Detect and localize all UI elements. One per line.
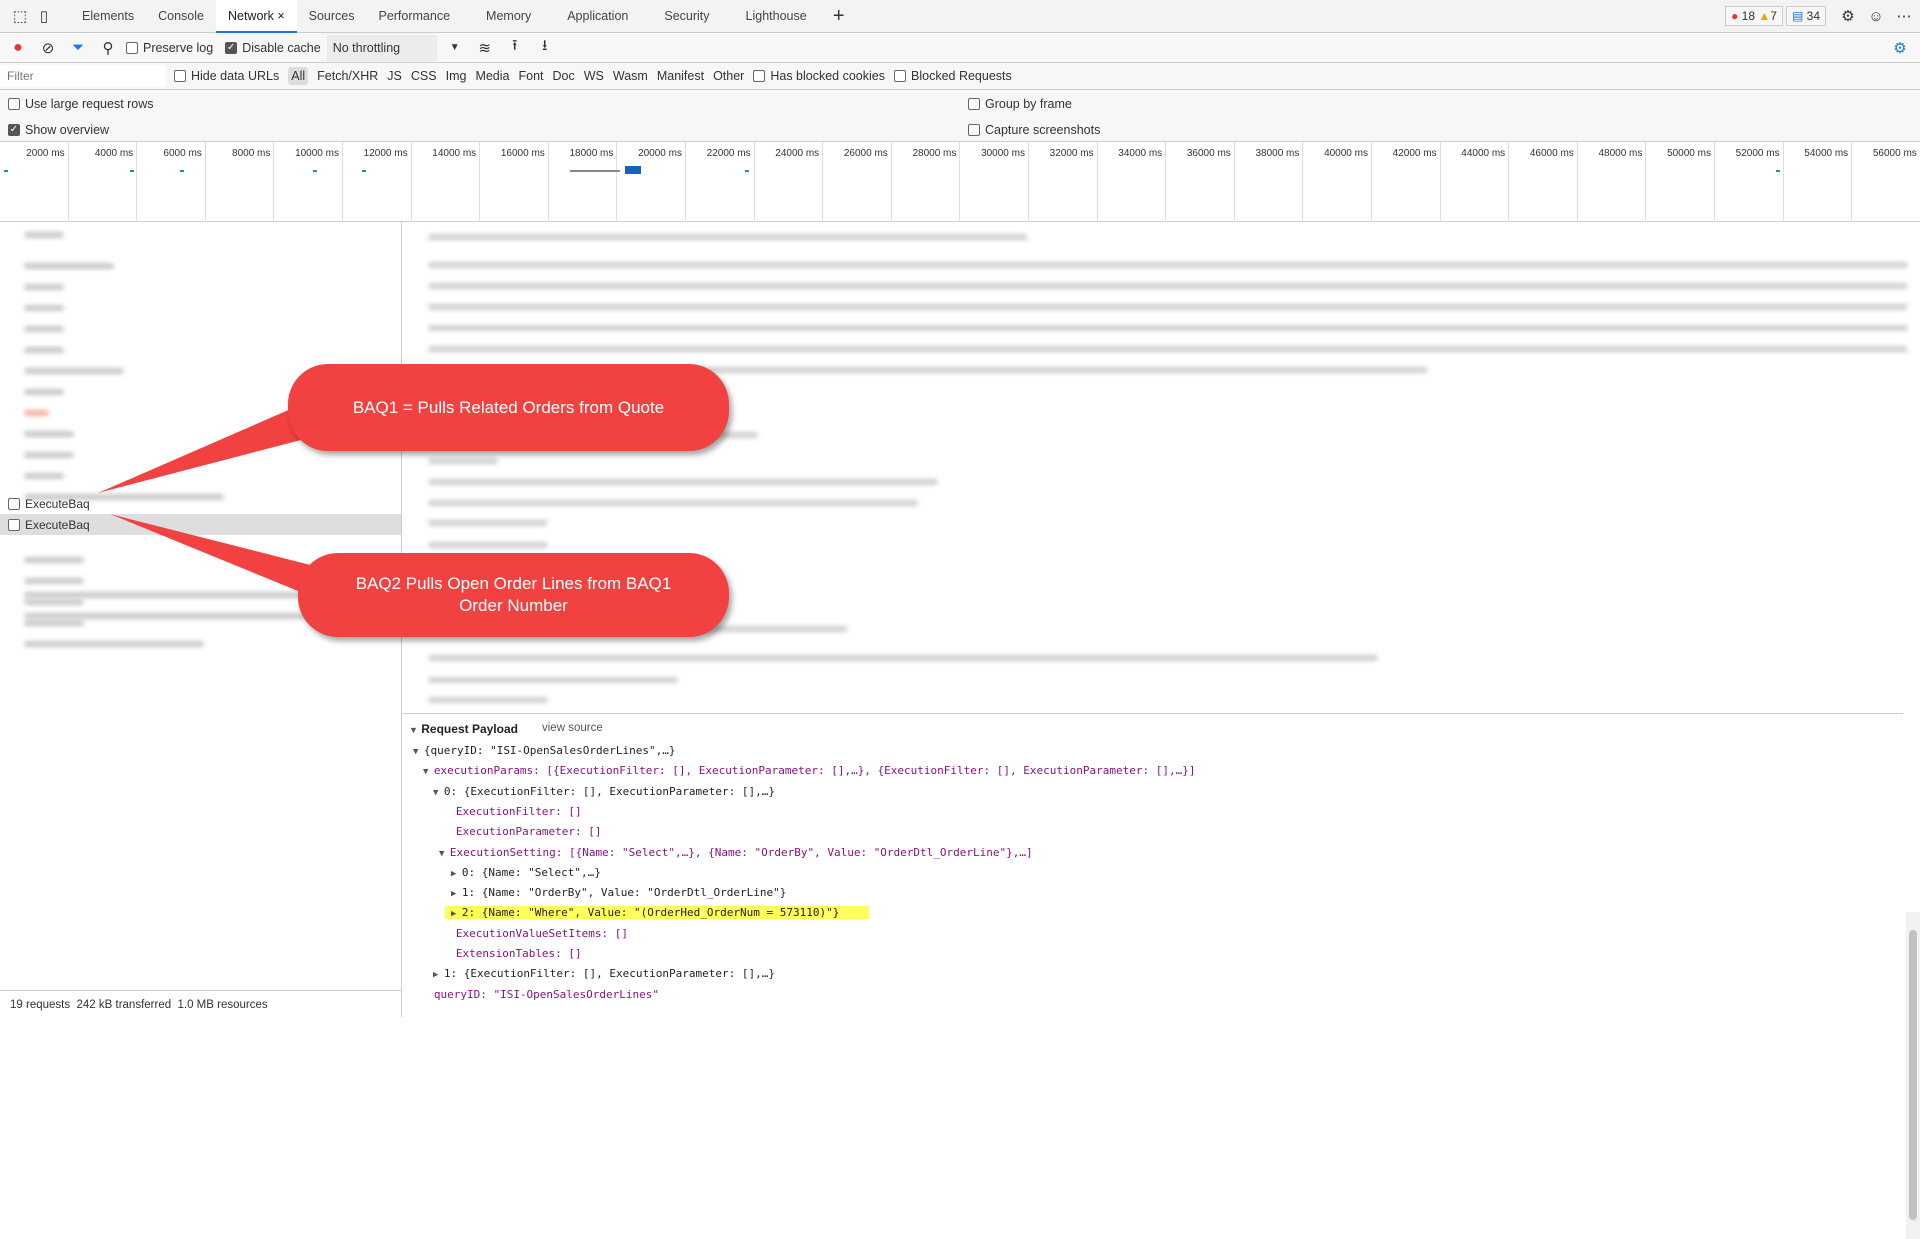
callout-pointer-baq1 [98,405,320,493]
callout-pointer-baq2 [110,514,330,600]
callout-baq1: BAQ1 = Pulls Related Orders from Quote [288,364,729,451]
callout-pointers [98,405,330,600]
callout-baq2: BAQ2 Pulls Open Order Lines from BAQ1 Or… [298,553,729,637]
